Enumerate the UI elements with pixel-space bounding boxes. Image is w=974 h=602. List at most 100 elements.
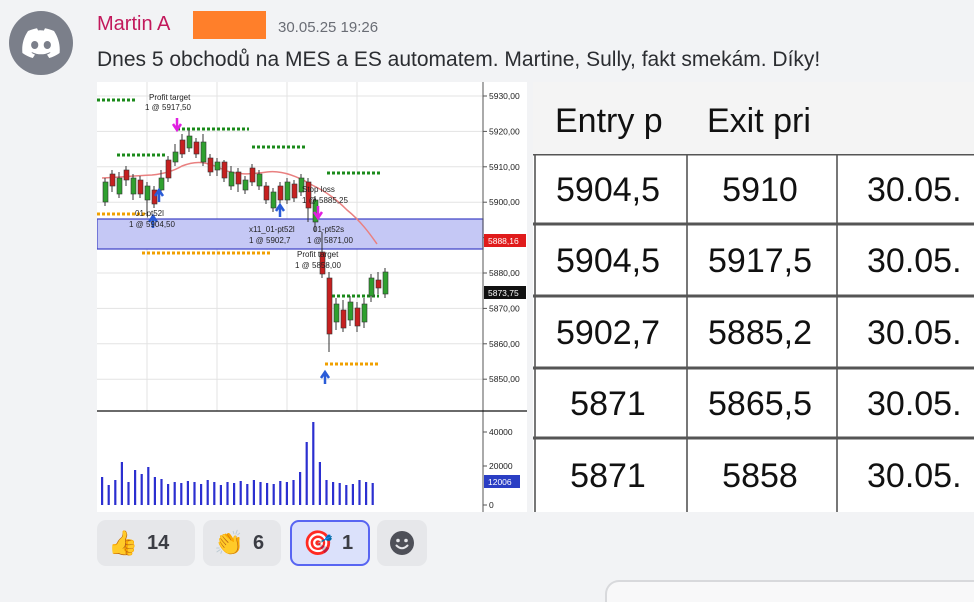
table-cell: 5902,7 xyxy=(556,314,660,352)
reaction-count: 6 xyxy=(253,531,265,554)
volume-axis-label: 0 xyxy=(489,500,494,510)
candle-body xyxy=(277,185,284,201)
candle-body xyxy=(249,167,256,183)
volume-bar xyxy=(305,442,308,505)
message-text: Dnes 5 obchodů na MES a ES automatem. Ma… xyxy=(97,48,821,71)
volume-bar xyxy=(153,477,156,505)
candle-body xyxy=(228,171,235,187)
avatar[interactable] xyxy=(9,11,73,75)
add-reaction-button[interactable] xyxy=(377,520,427,566)
table-cell: 30.05. xyxy=(867,385,962,423)
reaction-target[interactable]: 🎯 1 xyxy=(290,520,370,566)
candle-body xyxy=(186,135,193,149)
volume-bar xyxy=(134,470,137,505)
volume-marker: 12006 xyxy=(488,477,512,487)
annotation-entry-2-value: 1 @ 5902,7 xyxy=(249,236,291,245)
price-marker-red: 5888,16 xyxy=(488,236,519,246)
volume-bar xyxy=(213,482,216,505)
annotation-profit-target-2-value: 1 @ 5858,00 xyxy=(295,261,341,270)
volume-bar xyxy=(114,480,117,505)
table-cell: 5885,2 xyxy=(708,314,812,352)
table-cell: 30.05. xyxy=(867,314,962,352)
candle-body xyxy=(123,169,130,181)
volume-bar xyxy=(186,481,189,505)
candle-body xyxy=(333,303,340,323)
candle-body xyxy=(158,177,165,191)
candle-body xyxy=(284,181,291,201)
volume-bar xyxy=(127,482,130,505)
volume-bar xyxy=(167,484,170,505)
volume-bar xyxy=(200,484,203,505)
chart-attachment[interactable]: Profit target 1 @ 5917,50 01-pt52l 1 @ 5… xyxy=(97,82,527,512)
candle-body xyxy=(200,141,207,163)
volume-bar xyxy=(272,484,275,505)
annotation-profit-target-1-value: 1 @ 5917,50 xyxy=(145,103,191,112)
volume-axis-label: 20000 xyxy=(489,461,513,471)
volume-bar xyxy=(173,482,176,505)
volume-bar xyxy=(371,483,374,505)
candle-body xyxy=(144,185,151,201)
table-cell: 5871 xyxy=(570,385,646,423)
author-name[interactable]: Martin A xyxy=(97,13,170,36)
candle-body xyxy=(165,159,172,179)
candle-body xyxy=(361,303,368,323)
table-cell: 30.05. xyxy=(867,242,962,280)
table-cell: 5917,5 xyxy=(708,242,812,280)
candle-body xyxy=(347,301,354,321)
reaction-clapping[interactable]: 👏 6 xyxy=(203,520,281,566)
volume-bar xyxy=(246,484,249,505)
volume-bar xyxy=(193,482,196,505)
candle-body xyxy=(270,191,277,209)
table-cell: 5858 xyxy=(722,457,798,495)
price-axis-label: 5900,00 xyxy=(489,197,520,207)
volume-bar xyxy=(345,485,348,505)
annotation-entry-3-value: 1 @ 5871,00 xyxy=(307,236,353,245)
volume-bar xyxy=(147,467,150,505)
table-header-cell: Exit pri xyxy=(707,102,811,140)
annotation-entry-2-title: x11_01-pt52l xyxy=(249,225,295,234)
volume-bar xyxy=(160,479,163,505)
candle-body xyxy=(193,141,200,155)
volume-bar xyxy=(312,422,315,505)
trades-table-attachment[interactable]: Entry p Exit pri 5904,5 5910 30.05. 5904,5 591… xyxy=(533,82,974,512)
candle-body xyxy=(382,271,389,295)
volume-bar xyxy=(239,481,242,505)
candle-body xyxy=(256,173,263,187)
candle-body xyxy=(214,161,221,171)
candle-body xyxy=(235,171,242,185)
volume-bar xyxy=(351,484,354,505)
table-cell: 30.05. xyxy=(867,171,962,209)
volume-bar xyxy=(219,485,222,505)
candle-body xyxy=(221,161,228,179)
volume-bar xyxy=(259,482,262,505)
volume-bar xyxy=(338,483,341,505)
table-cell: 30.05. xyxy=(867,457,962,495)
candle-body xyxy=(137,179,144,195)
volume-bar xyxy=(266,483,269,505)
candle-body xyxy=(326,277,333,335)
candle-body xyxy=(172,151,179,163)
volume-bar xyxy=(285,482,288,505)
candle-body xyxy=(116,177,123,195)
volume-bar xyxy=(358,480,361,505)
annotation-stop-loss-value: 1 @ 5885,25 xyxy=(302,196,348,205)
volume-bar xyxy=(279,481,282,505)
target-icon: 🎯 xyxy=(303,529,333,557)
reaction-count: 1 xyxy=(342,531,354,554)
table-cell: 5904,5 xyxy=(556,242,660,280)
thumbs-up-icon: 👍 xyxy=(108,529,138,557)
table-cell: 5910 xyxy=(722,171,798,209)
candle-body xyxy=(207,157,214,173)
candle-body xyxy=(109,173,116,187)
smiley-icon xyxy=(390,531,414,555)
candle-body xyxy=(179,139,186,155)
candle-body xyxy=(263,185,270,201)
annotation-entry-3-title: 01-pt52s xyxy=(313,225,344,234)
volume-bar xyxy=(226,482,229,505)
reaction-count: 14 xyxy=(147,531,170,554)
redaction-block xyxy=(193,11,266,39)
reaction-thumbs-up[interactable]: 👍 14 xyxy=(97,520,195,566)
candle-body xyxy=(375,279,382,289)
volume-bar xyxy=(252,480,255,505)
annotation-profit-target-2-title: Profit target xyxy=(297,250,339,259)
